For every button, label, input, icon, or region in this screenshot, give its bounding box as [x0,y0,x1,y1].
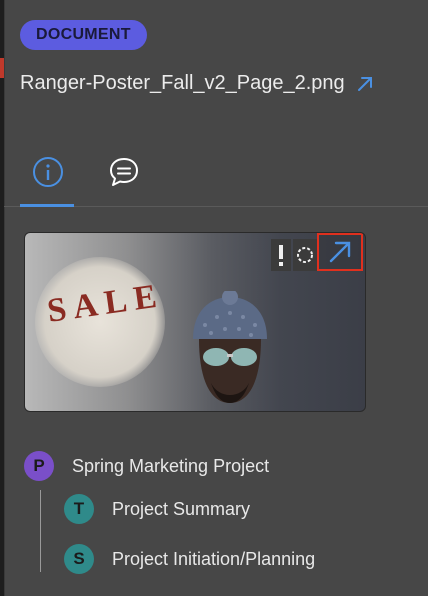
open-external-icon[interactable] [355,74,375,94]
filename-row: Ranger-Poster_Fall_v2_Page_2.png [20,72,375,95]
thumbnail-status-icon [271,239,291,271]
hierarchy-item-summary[interactable]: T Project Summary [64,494,250,524]
summary-avatar: T [64,494,94,524]
project-label: Spring Marketing Project [72,455,270,476]
hierarchy-connector-line [40,490,41,572]
document-type-badge: DOCUMENT [20,20,147,50]
hierarchy-item-planning[interactable]: S Project Initiation/Planning [64,544,315,574]
filename: Ranger-Poster_Fall_v2_Page_2.png [20,72,345,94]
document-thumbnail[interactable]: SALE [24,232,366,412]
thumbnail-person-image [193,291,267,403]
tab-info[interactable] [20,138,76,207]
thumbnail-approval-icon [293,239,317,271]
project-avatar: P [24,451,54,481]
tab-comments[interactable] [96,138,152,206]
planning-avatar: S [64,544,94,574]
summary-label: Project Summary [112,498,251,519]
hierarchy-item-project[interactable]: P Spring Marketing Project [24,451,269,481]
panel-tabs [4,138,428,207]
comment-icon [110,158,138,186]
info-icon [33,157,63,187]
thumbnail-open-icon[interactable] [317,233,363,271]
planning-label: Project Initiation/Planning [112,548,316,569]
